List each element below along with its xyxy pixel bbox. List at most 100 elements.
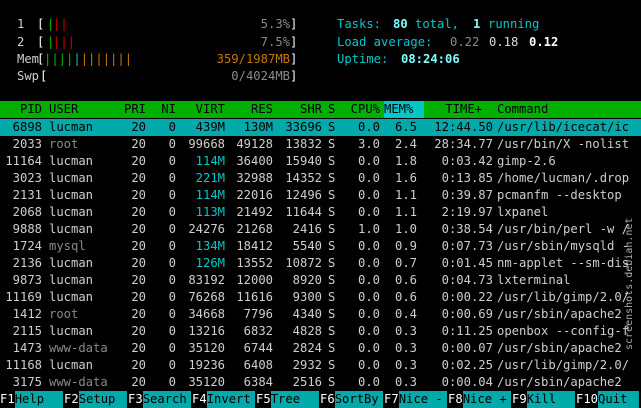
cpu2-label: 2 xyxy=(17,35,25,49)
cell-pri: 20 xyxy=(131,154,146,168)
table-row[interactable]: 3023 lucman 20 0 221M 32988 14352 S 0.0 1.6 0:13.8… xyxy=(0,170,641,187)
cell-mem: 0.6 xyxy=(394,290,417,304)
cell-cpu: 0.0 xyxy=(357,324,380,338)
cell-s: S xyxy=(328,171,336,185)
col-time[interactable]: TIME+ xyxy=(430,101,482,118)
cell-time: 0:07.73 xyxy=(441,239,493,253)
fkey-nice[interactable]: F8Nice + xyxy=(448,391,512,408)
table-row[interactable]: 3175 www-data 20 0 35120 6384 2516 S 0.0 0.3 0:00.… xyxy=(0,374,641,391)
cell-cmd: nm-applet --sm-dis xyxy=(497,256,630,270)
fkey-search[interactable]: F3Search xyxy=(128,391,192,408)
col-shr[interactable]: SHR xyxy=(280,101,322,118)
cell-res: 6832 xyxy=(243,324,273,338)
fkey-label: Nice + xyxy=(462,391,511,408)
cell-time: 12:44.50 xyxy=(434,120,493,134)
fkey-label: Kill xyxy=(526,391,575,408)
cell-ni: 0 xyxy=(168,205,176,219)
cell-pri: 20 xyxy=(131,375,146,389)
cell-time: 0:02.25 xyxy=(441,358,493,372)
swp-label: Swp xyxy=(17,69,40,83)
cell-ni: 0 xyxy=(168,358,176,372)
cell-time: 0:01.45 xyxy=(441,256,493,270)
fkey-tree[interactable]: F5Tree xyxy=(256,391,320,408)
col-user[interactable]: USER xyxy=(49,101,78,118)
table-row[interactable]: 11169 lucman 20 0 76268 11616 9300 S 0.0 0.6 0:00.… xyxy=(0,289,641,306)
cell-ni: 0 xyxy=(168,290,176,304)
cell-pid: 1724 xyxy=(12,239,42,253)
col-command[interactable]: Command xyxy=(497,101,548,118)
col-ni[interactable]: NI xyxy=(150,101,176,118)
fkey-invert[interactable]: F4Invert xyxy=(192,391,256,408)
table-row[interactable]: 11164 lucman 20 0 114M 36400 15940 S 0.0 1.8 0:03.… xyxy=(0,153,641,170)
cell-shr: 33696 xyxy=(285,120,322,134)
table-row[interactable]: 11168 lucman 20 0 19236 6408 2932 S 0.0 0.3 0:02.2… xyxy=(0,357,641,374)
cell-mem: 1.0 xyxy=(394,222,417,236)
cell-cpu: 0.0 xyxy=(357,239,380,253)
swp-bracket-close: ] xyxy=(290,69,298,83)
cell-cpu: 0.0 xyxy=(357,358,380,372)
cell-time: 0:38.54 xyxy=(441,222,493,236)
cell-shr: 15940 xyxy=(285,154,322,168)
cell-pid: 11164 xyxy=(5,154,42,168)
cell-cpu: 3.0 xyxy=(357,137,380,151)
col-res[interactable]: RES xyxy=(235,101,273,118)
col-pri[interactable]: PRI xyxy=(110,101,146,118)
cell-cpu: 0.0 xyxy=(357,154,380,168)
table-row[interactable]: 2115 lucman 20 0 13216 6832 4828 S 0.0 0.3 0:11.25… xyxy=(0,323,641,340)
load-5: 0.18 xyxy=(489,35,519,49)
table-row[interactable]: 2131 lucman 20 0 114M 22016 12496 S 0.0 1.1 0:39.8… xyxy=(0,187,641,204)
cell-pri: 20 xyxy=(131,290,146,304)
cell-cpu: 1.0 xyxy=(357,222,380,236)
table-row[interactable]: 2068 lucman 20 0 113M 21492 11644 S 0.0 1.1 2:19.9… xyxy=(0,204,641,221)
cell-user: lucman xyxy=(49,256,94,270)
col-s[interactable]: S xyxy=(328,101,335,118)
cell-cpu: 0.0 xyxy=(357,120,380,134)
cell-s: S xyxy=(328,239,336,253)
cell-pid: 1473 xyxy=(12,341,42,355)
table-row[interactable]: 1473 www-data 20 0 35120 6744 2824 S 0.0 0.3 0:00.… xyxy=(0,340,641,357)
cell-time: 28:34.77 xyxy=(434,137,493,151)
cell-mem: 0.7 xyxy=(394,256,417,270)
fkey-nice[interactable]: F7Nice - xyxy=(384,391,448,408)
col-mem-sorted[interactable]: MEM% xyxy=(384,101,424,118)
table-row[interactable]: 9888 lucman 20 0 24276 21268 2416 S 1.0 1.0 0:38.5… xyxy=(0,221,641,238)
cell-ni: 0 xyxy=(168,307,176,321)
column-header[interactable]: PID USER PRI NI VIRT RES SHR S CPU% MEM%… xyxy=(0,101,641,118)
cell-ni: 0 xyxy=(168,171,176,185)
cell-pid: 9873 xyxy=(12,273,42,287)
fkey-quit[interactable]: F10Quit xyxy=(576,391,641,408)
col-pid[interactable]: PID xyxy=(0,101,42,118)
cell-user: lucman xyxy=(49,222,94,236)
cell-user: lucman xyxy=(49,290,94,304)
cell-mem: 1.1 xyxy=(394,188,417,202)
cell-s: S xyxy=(328,341,336,355)
cell-mem: 0.4 xyxy=(394,307,417,321)
fkey-label: Help xyxy=(14,391,63,408)
cell-virt: 76268 xyxy=(188,290,225,304)
fkey-help[interactable]: F1Help xyxy=(0,391,64,408)
fkey-code: F9 xyxy=(512,392,527,406)
mem-value: 359/1987MB xyxy=(216,52,290,66)
table-row[interactable]: 2033 root 20 0 99668 49128 13832 S 3.0 2.4 28:34.7… xyxy=(0,136,641,153)
col-virt[interactable]: VIRT xyxy=(185,101,225,118)
col-cpu[interactable]: CPU% xyxy=(340,101,380,118)
fkey-kill[interactable]: F9Kill xyxy=(512,391,576,408)
cell-pid: 1412 xyxy=(12,307,42,321)
table-row[interactable]: 1724 mysql 20 0 134M 18412 5540 S 0.0 0.9 0:07.73 /… xyxy=(0,238,641,255)
table-row[interactable]: 2136 lucman 20 0 126M 13552 10872 S 0.0 0.7 0:01.4… xyxy=(0,255,641,272)
cell-pri: 20 xyxy=(131,358,146,372)
cell-s: S xyxy=(328,358,336,372)
table-row-selected[interactable]: 6898 lucman 20 0 439M 130M 33696 S 0.0 6.5 12:44.5… xyxy=(0,119,641,136)
cell-ni: 0 xyxy=(168,375,176,389)
load-15: 0.12 xyxy=(529,35,559,49)
fkey-sortby[interactable]: F6SortBy xyxy=(320,391,384,408)
cell-virt: 13216 xyxy=(188,324,225,338)
table-row[interactable]: 9873 lucman 20 0 83192 12000 8920 S 0.0 0.6 0:04.7… xyxy=(0,272,641,289)
cell-virt: 221M xyxy=(195,171,225,185)
cell-time: 0:13.85 xyxy=(441,171,493,185)
cell-pid: 11169 xyxy=(5,290,42,304)
cell-time: 0:00.69 xyxy=(441,307,493,321)
cell-res: 130M xyxy=(243,120,273,134)
table-row[interactable]: 1412 root 20 0 34668 7796 4340 S 0.0 0.4 0:00.69/u… xyxy=(0,306,641,323)
fkey-setup[interactable]: F2Setup xyxy=(64,391,128,408)
